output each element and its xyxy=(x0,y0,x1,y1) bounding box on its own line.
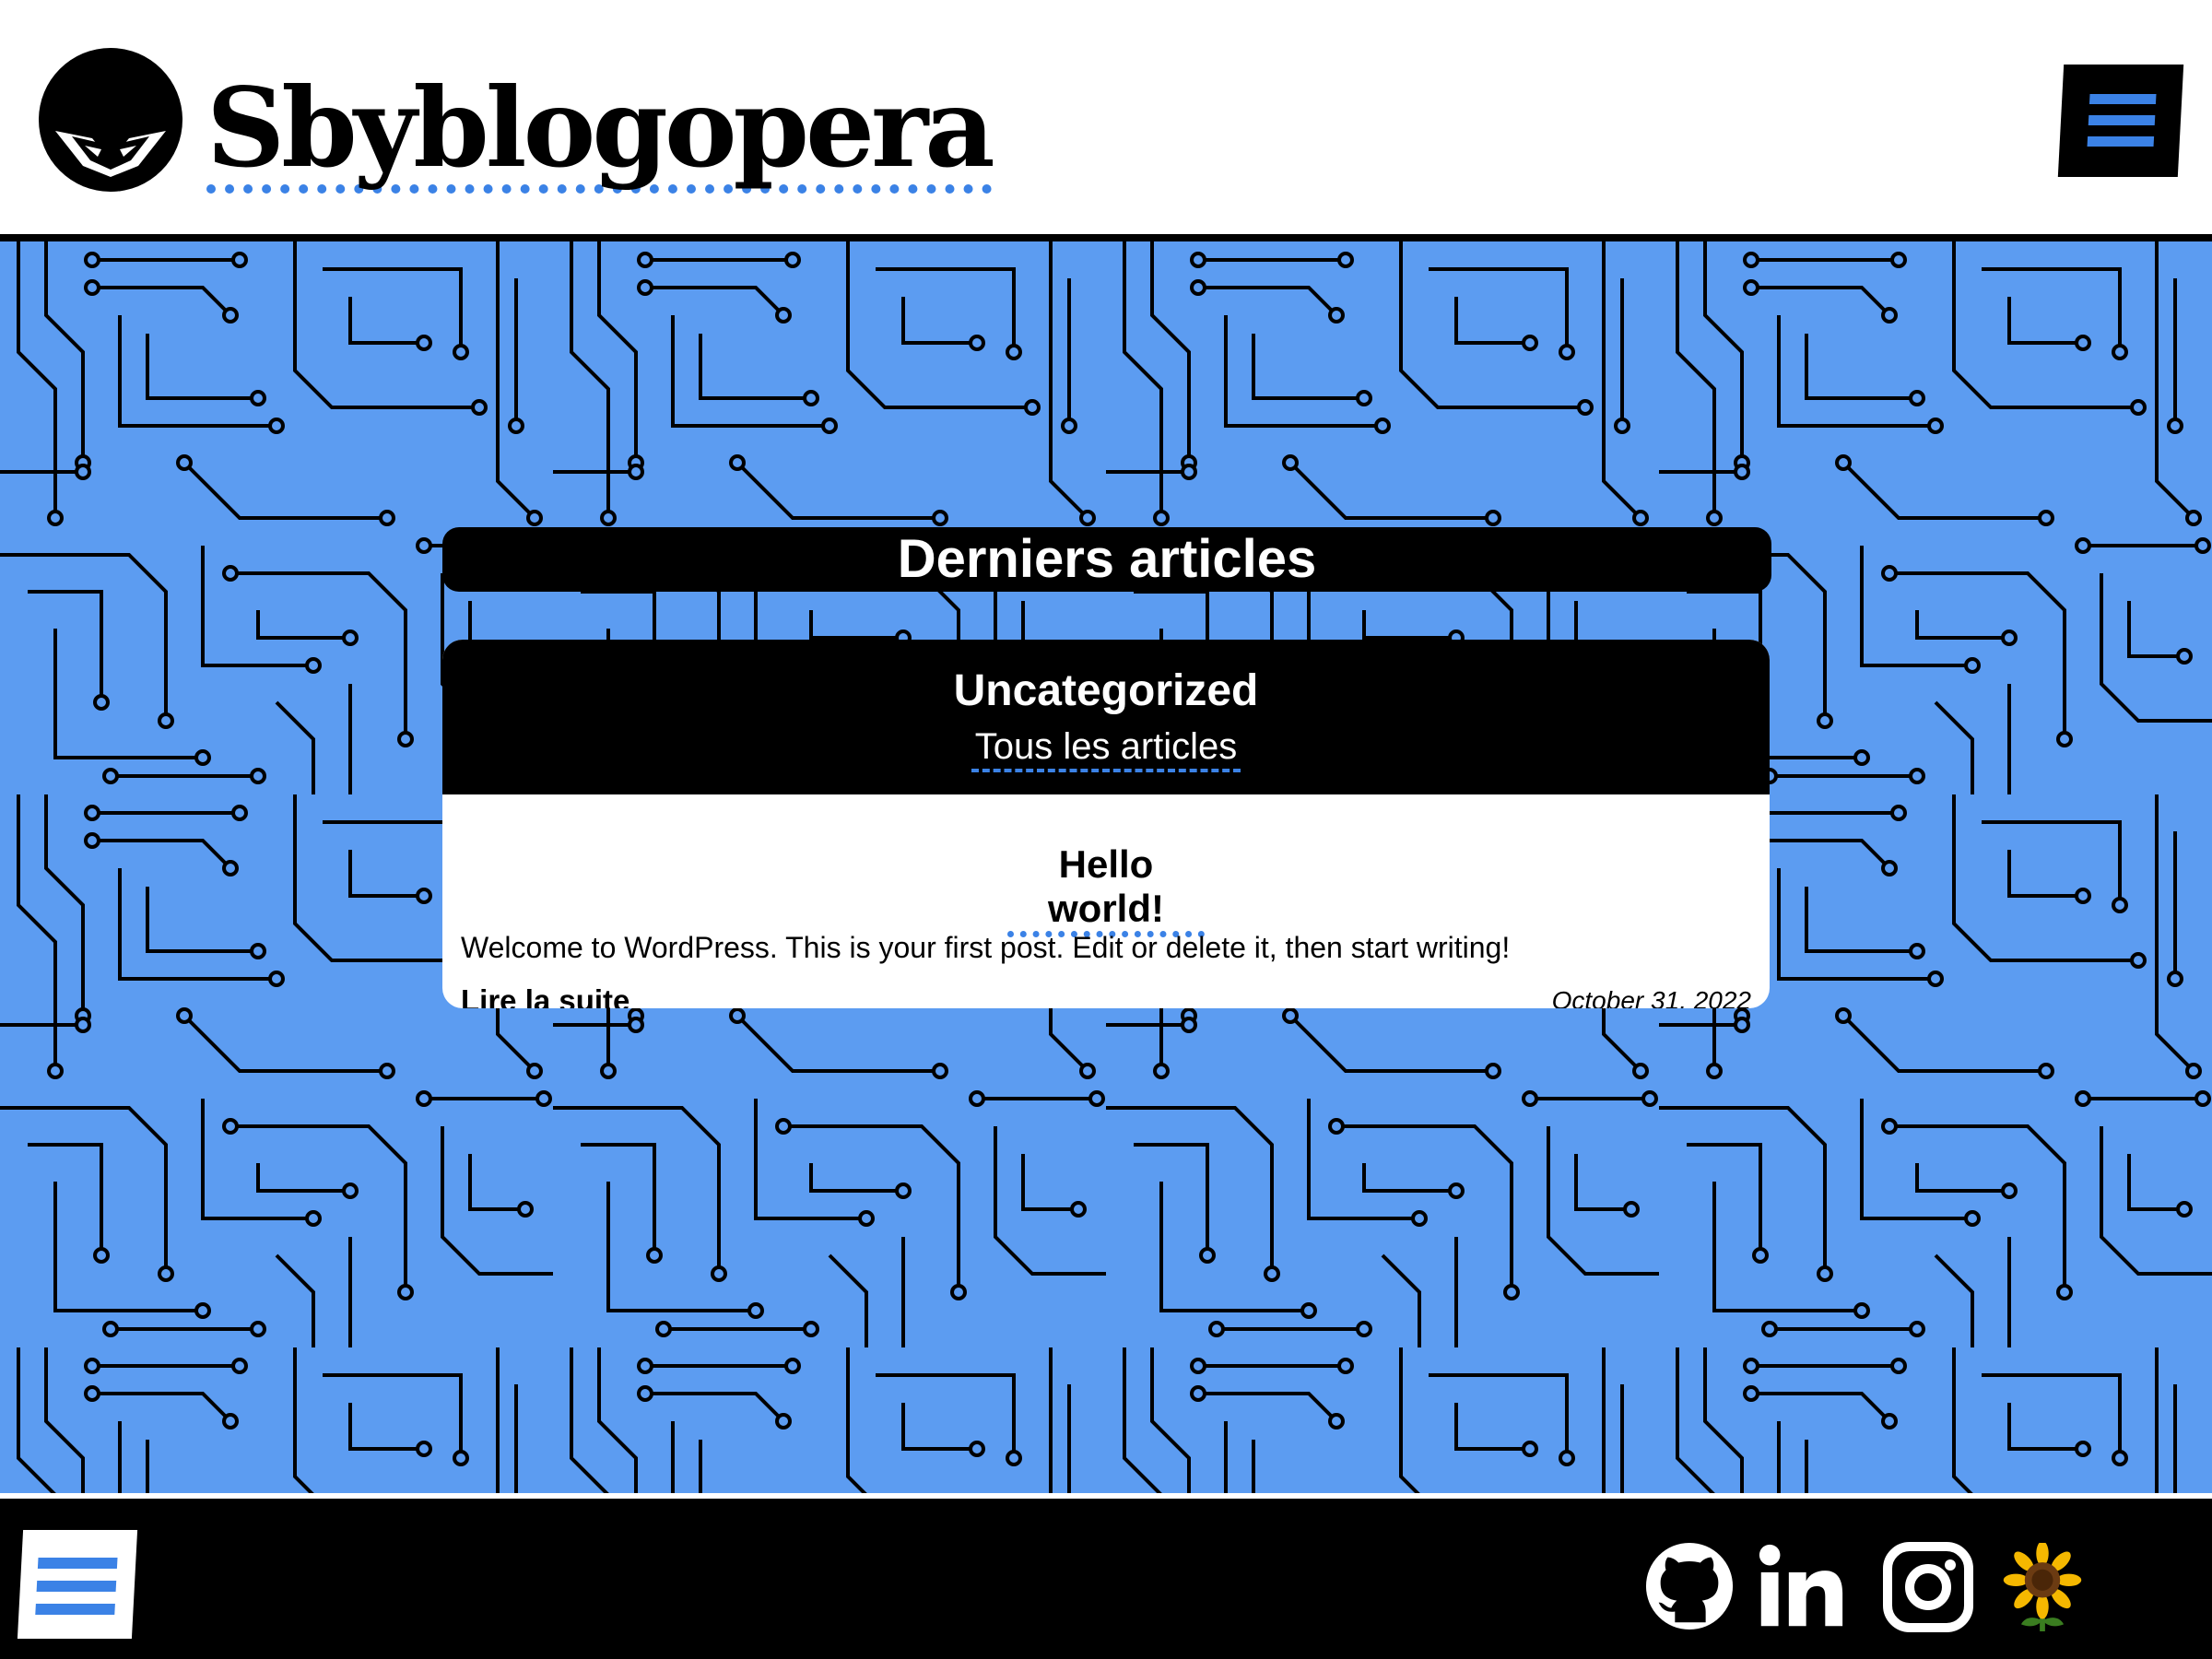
menu-bar xyxy=(2088,94,2157,104)
site-title-link[interactable]: Sbyblogopera xyxy=(206,74,995,194)
section-title: Derniers articles xyxy=(442,527,1771,592)
instagram-icon[interactable] xyxy=(1882,1541,1974,1633)
post-title-link[interactable]: Hello world! xyxy=(1007,842,1205,937)
menu-bar xyxy=(2087,136,2155,147)
main-content: Derniers articles Uncategorized Tous les… xyxy=(0,241,2212,1493)
read-more-link[interactable]: Lire la suite xyxy=(461,982,629,1008)
site-footer xyxy=(0,1493,2212,1659)
sunflower-icon[interactable] xyxy=(1998,1543,2087,1631)
menu-bar xyxy=(37,1558,118,1569)
post-card: Uncategorized Tous les articles Hello wo… xyxy=(442,640,1770,1008)
github-icon[interactable] xyxy=(1644,1541,1735,1631)
all-posts-link[interactable]: Tous les articles xyxy=(971,724,1241,772)
site-header: Sbyblogopera xyxy=(0,0,2212,241)
hamburger-menu-icon[interactable] xyxy=(2057,65,2184,177)
hamburger-menu-icon[interactable] xyxy=(17,1530,138,1639)
cat-mask-logo-icon[interactable] xyxy=(37,46,184,194)
menu-bar xyxy=(36,1581,117,1592)
post-excerpt: Welcome to WordPress. This is your first… xyxy=(461,931,1511,964)
menu-bar xyxy=(35,1604,115,1615)
linkedin-icon[interactable] xyxy=(1757,1543,1845,1630)
category-header: Uncategorized Tous les articles xyxy=(442,640,1770,794)
menu-bar xyxy=(2088,115,2156,125)
post-date: October 31, 2022 xyxy=(1551,986,1751,1008)
category-name: Uncategorized xyxy=(953,666,1259,715)
